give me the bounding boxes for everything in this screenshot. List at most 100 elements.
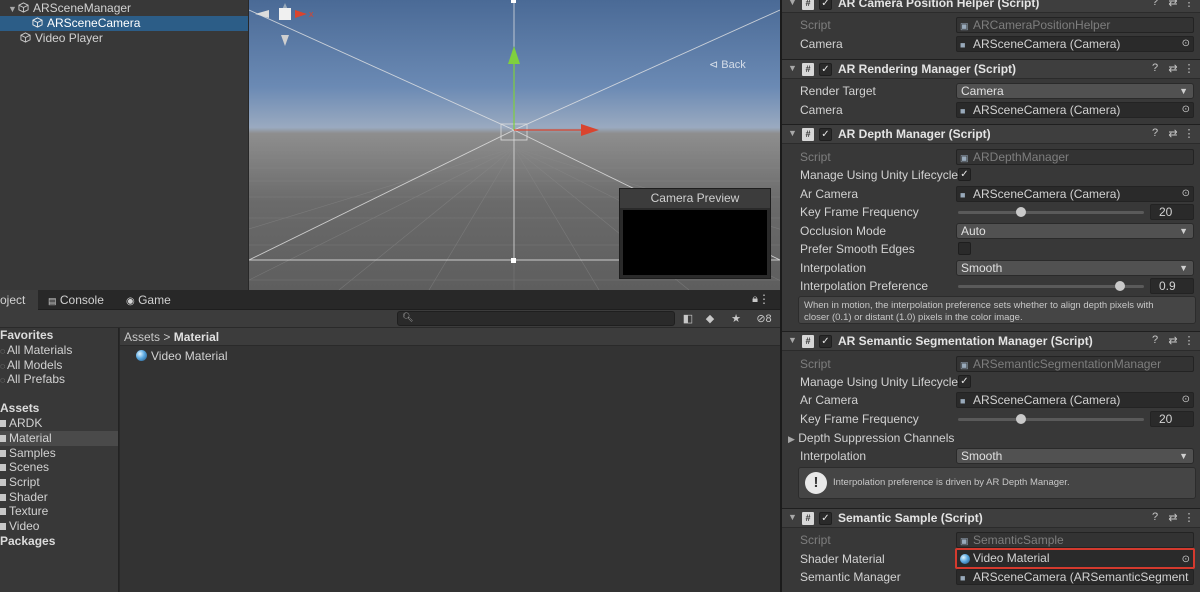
foldout-arrow-icon[interactable]: ▼ bbox=[788, 0, 797, 7]
folder-item[interactable]: Samples bbox=[0, 446, 118, 461]
object-picker-icon[interactable]: ⊙ bbox=[1182, 187, 1190, 201]
camera-object-field[interactable]: ■ ARSceneCamera (Camera) ⊙ bbox=[956, 102, 1194, 118]
key-frame-frequency-input[interactable]: 20 bbox=[1150, 411, 1194, 427]
camera-icon: ■ bbox=[960, 190, 966, 200]
folder-item[interactable]: ARDK bbox=[0, 416, 118, 431]
project-content-area[interactable]: Assets > Material Video Material bbox=[120, 328, 780, 592]
more-options-icon[interactable]: ⋮ bbox=[1182, 62, 1196, 75]
component-header-semantic-sample[interactable]: ▼ # ✓ Semantic Sample (Script) ? ⇄ ⋮ bbox=[782, 508, 1200, 528]
search-input[interactable]: 🔍︎ bbox=[397, 311, 675, 326]
folder-item[interactable]: Script bbox=[0, 475, 118, 490]
help-icon[interactable]: ? bbox=[1148, 62, 1162, 74]
presets-icon[interactable]: ⇄ bbox=[1166, 334, 1180, 347]
interpolation-preference-input[interactable]: 0.9 bbox=[1150, 278, 1194, 294]
smooth-edges-checkbox[interactable] bbox=[958, 242, 971, 255]
object-picker-icon[interactable]: ⊙ bbox=[1182, 551, 1190, 567]
interpolation-preference-slider[interactable] bbox=[958, 281, 1144, 291]
asset-video-material[interactable]: Video Material bbox=[136, 348, 228, 364]
packages-header[interactable]: Packages bbox=[0, 534, 118, 549]
hidden-packages-toggle[interactable]: ⊘8 bbox=[750, 311, 778, 327]
component-enabled-checkbox[interactable]: ✓ bbox=[819, 128, 832, 141]
more-options-icon[interactable]: ⋮ bbox=[758, 292, 770, 306]
presets-icon[interactable]: ⇄ bbox=[1166, 0, 1180, 9]
help-icon[interactable]: ? bbox=[1148, 334, 1162, 346]
expand-arrow-icon[interactable]: ▼ bbox=[8, 2, 18, 17]
component-header-depth-manager[interactable]: ▼ # ✓ AR Depth Manager (Script) ? ⇄ ⋮ bbox=[782, 124, 1200, 144]
breadcrumb-material[interactable]: Material bbox=[174, 330, 219, 344]
filter-by-type-icon[interactable]: ◧ bbox=[678, 311, 698, 327]
component-enabled-checkbox[interactable]: ✓ bbox=[819, 512, 832, 525]
field-label: Script bbox=[800, 357, 831, 371]
folder-item[interactable]: Shader bbox=[0, 490, 118, 505]
shader-material-object-field[interactable]: Video Material ⊙ bbox=[955, 548, 1195, 569]
back-label: Back bbox=[721, 59, 746, 71]
interpolation-dropdown[interactable]: Smooth ▼ bbox=[956, 448, 1194, 464]
object-picker-icon[interactable]: ⊙ bbox=[1182, 37, 1190, 51]
component-enabled-checkbox[interactable]: ✓ bbox=[819, 63, 832, 76]
ar-camera-object-field[interactable]: ■ ARSceneCamera (Camera) ⊙ bbox=[956, 186, 1194, 202]
filter-by-label-icon[interactable]: ◆ bbox=[700, 311, 720, 327]
help-icon[interactable]: ? bbox=[1148, 511, 1162, 523]
foldout-arrow-icon[interactable]: ▼ bbox=[788, 335, 797, 345]
favorite-item[interactable]: ◌ All Prefabs bbox=[0, 372, 118, 387]
favorite-item[interactable]: ◌ All Materials bbox=[0, 343, 118, 358]
presets-icon[interactable]: ⇄ bbox=[1166, 511, 1180, 524]
render-target-dropdown[interactable]: Camera ▼ bbox=[956, 83, 1194, 99]
tab-game[interactable]: ◉ Game bbox=[118, 290, 179, 310]
presets-icon[interactable]: ⇄ bbox=[1166, 62, 1180, 75]
hierarchy-item-arscenecamera[interactable]: ARSceneCamera bbox=[0, 16, 248, 31]
field-value: ARCameraPositionHelper bbox=[973, 18, 1111, 32]
favorite-item[interactable]: ◌ All Models bbox=[0, 358, 118, 373]
foldout-arrow-icon[interactable]: ▼ bbox=[788, 63, 797, 73]
orientation-gizmo-icon[interactable]: x bbox=[249, 0, 319, 50]
folder-item[interactable]: Scenes bbox=[0, 460, 118, 475]
ar-camera-object-field[interactable]: ■ ARSceneCamera (Camera) ⊙ bbox=[956, 392, 1194, 408]
presets-icon[interactable]: ⇄ bbox=[1166, 127, 1180, 140]
tab-project[interactable]: oject bbox=[0, 290, 38, 310]
component-enabled-checkbox[interactable]: ✓ bbox=[819, 335, 832, 348]
help-icon[interactable]: ? bbox=[1148, 127, 1162, 139]
back-link[interactable]: ⊲ Back bbox=[709, 58, 746, 71]
more-options-icon[interactable]: ⋮ bbox=[1182, 334, 1196, 347]
script-icon: # bbox=[802, 512, 814, 525]
key-frame-frequency-slider[interactable] bbox=[958, 414, 1144, 424]
depth-suppression-foldout[interactable]: ▶ Depth Suppression Channels bbox=[788, 429, 954, 447]
object-picker-icon[interactable]: ⊙ bbox=[1182, 393, 1190, 407]
folder-item[interactable]: Video bbox=[0, 519, 118, 534]
scene-view[interactable]: x ⊲ Back Camera Preview bbox=[249, 0, 780, 290]
help-icon[interactable]: ? bbox=[1148, 0, 1162, 8]
slider-knob[interactable] bbox=[1016, 414, 1027, 424]
slider-knob[interactable] bbox=[1016, 207, 1027, 217]
camera-preview-view bbox=[623, 210, 767, 275]
semantic-manager-object-field[interactable]: ■ ARSceneCamera (ARSemanticSegment bbox=[956, 569, 1194, 585]
more-options-icon[interactable]: ⋮ bbox=[1182, 0, 1196, 9]
more-options-icon[interactable]: ⋮ bbox=[1182, 511, 1196, 524]
foldout-arrow-icon[interactable]: ▼ bbox=[788, 128, 797, 138]
hierarchy-item-arscenemanager[interactable]: ▼ ARSceneManager bbox=[0, 1, 248, 16]
hierarchy-item-video-player[interactable]: Video Player bbox=[0, 31, 248, 46]
favorites-header[interactable]: Favorites bbox=[0, 328, 118, 343]
key-frame-frequency-input[interactable]: 20 bbox=[1150, 204, 1194, 220]
favorite-star-icon[interactable]: ★ bbox=[726, 311, 746, 327]
component-enabled-checkbox[interactable]: ✓ bbox=[819, 0, 832, 10]
more-options-icon[interactable]: ⋮ bbox=[1182, 127, 1196, 140]
folder-item[interactable]: Texture bbox=[0, 504, 118, 519]
key-frame-frequency-slider[interactable] bbox=[958, 207, 1144, 217]
assets-header[interactable]: Assets bbox=[0, 401, 118, 416]
component-header-camera-position-helper[interactable]: ▼ # ✓ AR Camera Position Helper (Script)… bbox=[782, 0, 1200, 13]
tab-console[interactable]: ▤ Console bbox=[40, 290, 112, 310]
component-header-semantic-segmentation-manager[interactable]: ▼ # ✓ AR Semantic Segmentation Manager (… bbox=[782, 331, 1200, 351]
occlusion-mode-dropdown[interactable]: Auto ▼ bbox=[956, 223, 1194, 239]
breadcrumb-assets[interactable]: Assets bbox=[124, 330, 160, 344]
camera-object-field[interactable]: ■ ARSceneCamera (Camera) ⊙ bbox=[956, 36, 1194, 52]
foldout-arrow-icon[interactable]: ▼ bbox=[788, 512, 797, 522]
lifecycle-checkbox[interactable]: ✓ bbox=[958, 168, 971, 181]
field-label: Ar Camera bbox=[800, 187, 859, 201]
folder-item-selected[interactable]: Material bbox=[0, 431, 118, 446]
lifecycle-checkbox[interactable]: ✓ bbox=[958, 375, 971, 388]
slider-knob[interactable] bbox=[1114, 281, 1125, 291]
component-header-rendering-manager[interactable]: ▼ # ✓ AR Rendering Manager (Script) ? ⇄ … bbox=[782, 59, 1200, 79]
field-label: Camera bbox=[800, 103, 843, 117]
interpolation-dropdown[interactable]: Smooth ▼ bbox=[956, 260, 1194, 276]
object-picker-icon[interactable]: ⊙ bbox=[1182, 103, 1190, 117]
